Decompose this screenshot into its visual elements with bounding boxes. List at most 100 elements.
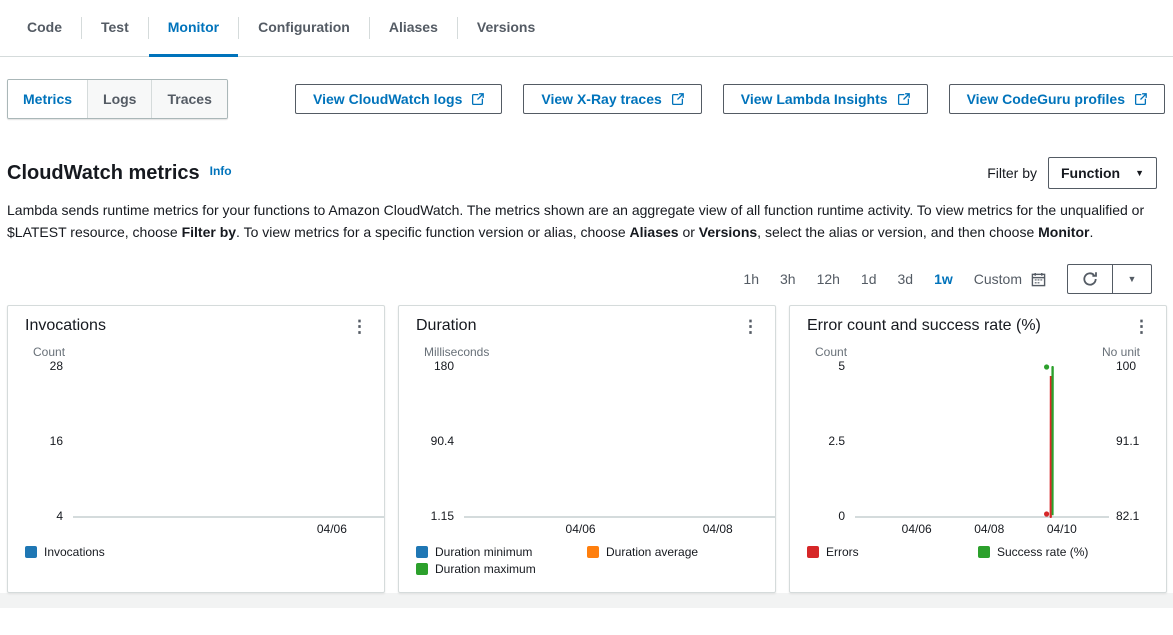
legend-label: Duration average bbox=[606, 545, 698, 559]
right-y-tick-label: 91.1 bbox=[1116, 434, 1139, 448]
charts-row: Invocations⋮Count2816404/0604/0804/10Inv… bbox=[7, 305, 1167, 593]
description-text: Lambda sends runtime metrics for your fu… bbox=[7, 199, 1147, 243]
right-y-tick-label: 100 bbox=[1116, 359, 1136, 373]
subtab-traces[interactable]: Traces bbox=[152, 80, 226, 118]
filter-group: Filter by Function ▼ bbox=[987, 157, 1157, 189]
legend-color-swatch bbox=[587, 546, 599, 558]
legend-color-swatch bbox=[978, 546, 990, 558]
time-range-1h[interactable]: 1h bbox=[743, 271, 759, 287]
y-tick-label: 4 bbox=[17, 509, 63, 523]
refresh-options-dropdown-button[interactable]: ▼ bbox=[1112, 264, 1152, 294]
legend-item-success-rate[interactable]: Success rate (%) bbox=[978, 543, 1149, 560]
legend-item-duration-minimum[interactable]: Duration minimum bbox=[416, 543, 587, 560]
caret-down-icon: ▼ bbox=[1128, 274, 1137, 284]
chart-title: Error count and success rate (%) bbox=[807, 317, 1041, 335]
x-tick-label: 04/06 bbox=[300, 522, 364, 536]
legend-color-swatch bbox=[416, 546, 428, 558]
time-range-12h[interactable]: 12h bbox=[817, 271, 840, 287]
view-codeguru-profiles-button[interactable]: View CodeGuru profiles bbox=[949, 84, 1165, 114]
right-y-tick-label: 82.1 bbox=[1116, 509, 1139, 523]
filter-dropdown-value: Function bbox=[1061, 165, 1120, 181]
y-axis-label: Count bbox=[33, 345, 65, 353]
legend-item-invocations[interactable]: Invocations bbox=[25, 543, 196, 560]
filter-dropdown[interactable]: Function ▼ bbox=[1048, 157, 1157, 189]
time-range-1w[interactable]: 1w bbox=[934, 271, 953, 287]
subtab-metrics[interactable]: Metrics bbox=[8, 80, 88, 118]
chart-card-error-count-and-success-rate: Error count and success rate (%)⋮CountNo… bbox=[789, 305, 1167, 593]
subtab-logs[interactable]: Logs bbox=[88, 80, 152, 118]
y-tick-label: 16 bbox=[17, 434, 63, 448]
description-bold-term: Monitor bbox=[1038, 224, 1089, 240]
x-tick-label: 04/06 bbox=[549, 522, 613, 536]
button-label: View CodeGuru profiles bbox=[967, 91, 1125, 107]
button-label: View CloudWatch logs bbox=[313, 91, 462, 107]
description-bold-term: Aliases bbox=[630, 224, 679, 240]
x-tick-label: 04/08 bbox=[686, 522, 750, 536]
time-range-links: 1h 3h 12h 1d 3d 1w bbox=[743, 271, 952, 287]
external-link-icon bbox=[471, 93, 484, 106]
chart-plot: 52.5010091.182.104/0604/0804/10 bbox=[799, 353, 1157, 539]
monitor-subheader: MetricsLogsTraces View CloudWatch logsVi… bbox=[7, 79, 1165, 119]
view-lambda-insights-button[interactable]: View Lambda Insights bbox=[723, 84, 928, 114]
chart-canvas bbox=[799, 353, 1157, 539]
description-segment: . bbox=[1089, 224, 1093, 240]
x-tick-label: 04/08 bbox=[957, 522, 1021, 536]
y-tick-label: 1.15 bbox=[408, 509, 454, 523]
button-label: View Lambda Insights bbox=[741, 91, 888, 107]
external-link-icon bbox=[1134, 93, 1147, 106]
custom-range-button[interactable]: Custom bbox=[974, 271, 1046, 287]
chart-legend: Invocations bbox=[8, 539, 384, 560]
calendar-icon bbox=[1031, 272, 1046, 287]
legend-item-errors[interactable]: Errors bbox=[807, 543, 978, 560]
kebab-menu-icon[interactable]: ⋮ bbox=[345, 317, 374, 337]
tab-monitor[interactable]: Monitor bbox=[149, 0, 238, 57]
chart-card-invocations: Invocations⋮Count2816404/0604/0804/10Inv… bbox=[7, 305, 385, 593]
y-tick-label: 0 bbox=[799, 509, 845, 523]
description-segment: , select the alias or version, and then … bbox=[757, 224, 1038, 240]
legend-label: Duration maximum bbox=[435, 562, 536, 576]
time-range-3d[interactable]: 3d bbox=[898, 271, 914, 287]
legend-item-duration-maximum[interactable]: Duration maximum bbox=[416, 560, 587, 577]
chart-plot: 18090.41.1504/0604/0804/10 bbox=[408, 353, 766, 539]
refresh-icon bbox=[1082, 271, 1098, 287]
tab-configuration[interactable]: Configuration bbox=[239, 0, 369, 57]
button-label: View X-Ray traces bbox=[541, 91, 661, 107]
main-tabs: CodeTestMonitorConfigurationAliasesVersi… bbox=[0, 0, 1173, 57]
view-x-ray-traces-button[interactable]: View X-Ray traces bbox=[523, 84, 701, 114]
x-tick-label: 04/10 bbox=[1030, 522, 1094, 536]
legend-color-swatch bbox=[25, 546, 37, 558]
time-range-3h[interactable]: 3h bbox=[780, 271, 796, 287]
time-range-1d[interactable]: 1d bbox=[861, 271, 877, 287]
legend-label: Invocations bbox=[44, 545, 105, 559]
description-bold-term: Versions bbox=[699, 224, 757, 240]
chart-legend: Duration minimum Duration average Duration… bbox=[399, 539, 775, 577]
lambda-monitor-page: CodeTestMonitorConfigurationAliasesVersi… bbox=[0, 0, 1173, 635]
kebab-menu-icon[interactable]: ⋮ bbox=[736, 317, 765, 337]
right-y-axis-label: No unit bbox=[1102, 345, 1140, 353]
chart-plot: 2816404/0604/0804/10 bbox=[17, 353, 375, 539]
legend-color-swatch bbox=[416, 563, 428, 575]
page-title: CloudWatch metrics bbox=[7, 162, 200, 185]
refresh-button-group: ▼ bbox=[1067, 264, 1152, 294]
legend-label: Errors bbox=[826, 545, 859, 559]
custom-range-label: Custom bbox=[974, 271, 1022, 287]
tab-test[interactable]: Test bbox=[82, 0, 148, 57]
description-segment: or bbox=[679, 224, 699, 240]
tab-aliases[interactable]: Aliases bbox=[370, 0, 457, 57]
tab-versions[interactable]: Versions bbox=[458, 0, 554, 57]
chart-title: Invocations bbox=[25, 317, 106, 335]
tab-code[interactable]: Code bbox=[8, 0, 81, 57]
filter-by-label: Filter by bbox=[987, 165, 1037, 181]
y-tick-label: 5 bbox=[799, 359, 845, 373]
legend-item-duration-average[interactable]: Duration average bbox=[587, 543, 758, 560]
kebab-menu-icon[interactable]: ⋮ bbox=[1127, 317, 1156, 337]
refresh-button[interactable] bbox=[1067, 264, 1113, 294]
external-link-icon bbox=[671, 93, 684, 106]
chart-canvas bbox=[408, 353, 776, 539]
chart-canvas bbox=[17, 353, 385, 539]
legend-label: Success rate (%) bbox=[997, 545, 1088, 559]
x-tick-label: 04/06 bbox=[885, 522, 949, 536]
external-action-buttons: View CloudWatch logs View X-Ray traces Vie… bbox=[295, 84, 1165, 114]
info-link[interactable]: Info bbox=[210, 164, 232, 178]
view-cloudwatch-logs-button[interactable]: View CloudWatch logs bbox=[295, 84, 502, 114]
